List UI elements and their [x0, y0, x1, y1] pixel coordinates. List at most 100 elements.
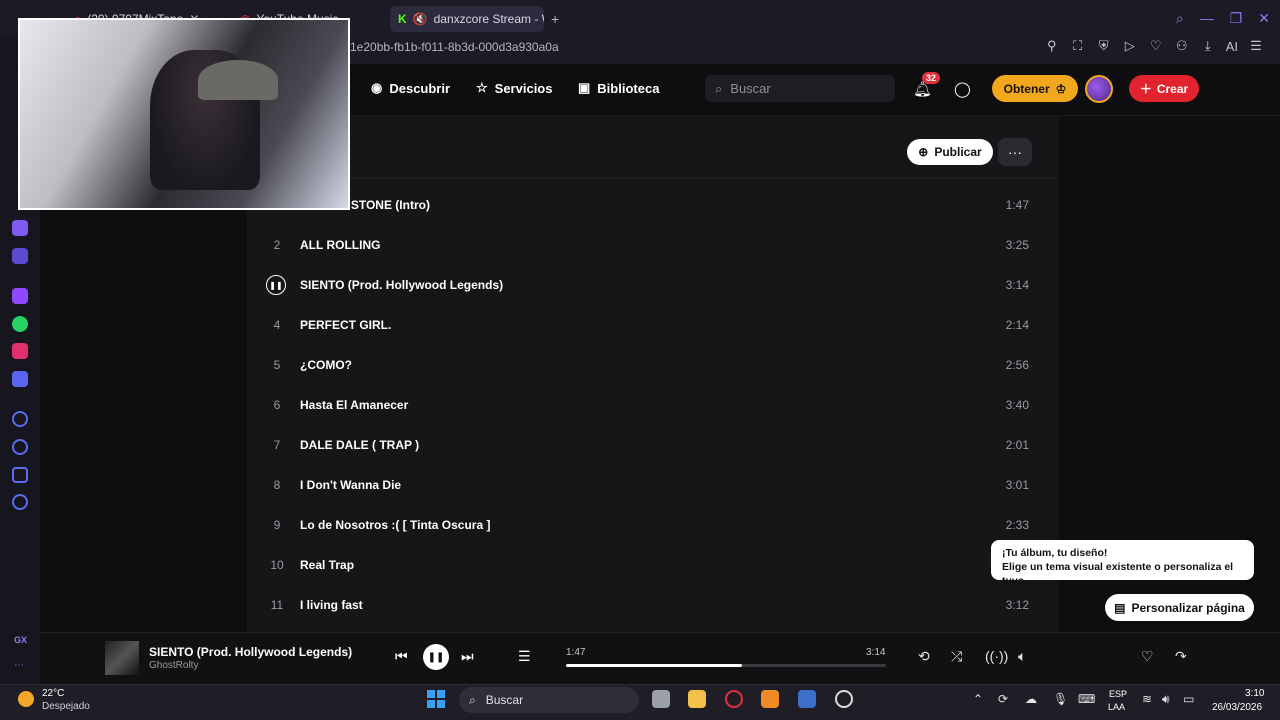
file-explorer-icon[interactable] [688, 690, 706, 708]
queue-icon[interactable]: ☰ [518, 648, 531, 665]
previous-icon[interactable]: ⏮ [395, 648, 408, 665]
keyboard-icon[interactable]: ⌨ [1078, 692, 1095, 706]
speaker-icon[interactable]: 🔊︎ [1162, 692, 1170, 707]
heart-icon[interactable]: ♡ [1148, 38, 1164, 54]
track-title[interactable]: SIENTO (Prod. Hollywood Legends) [300, 278, 503, 292]
snapshot-icon[interactable]: ⛶ [1070, 38, 1086, 54]
instagram-icon[interactable] [12, 343, 28, 359]
fl-studio-icon[interactable] [761, 690, 779, 708]
track-title[interactable]: Real Trap [300, 558, 354, 572]
search-input[interactable]: ⌕ Buscar [705, 75, 895, 102]
play-pause-button[interactable]: ❚❚ [423, 644, 449, 670]
mute-icon[interactable]: 🔇 [413, 12, 428, 26]
track-row[interactable]: 7 DALE DALE ( TRAP ) 2:01 [247, 426, 1059, 466]
track-title[interactable]: ALL ROLLING [300, 238, 380, 252]
crear-button[interactable]: ＋ Crear [1129, 75, 1199, 102]
wifi-icon[interactable]: ≋ [1142, 692, 1152, 706]
track-title[interactable]: PERFECT GIRL. [300, 318, 391, 332]
share-icon[interactable]: ↷ [1175, 648, 1187, 665]
track-row[interactable]: 10 Real Trap [247, 546, 1059, 586]
start-icon[interactable] [427, 690, 445, 708]
search-placeholder: Buscar [730, 81, 771, 96]
download-icon[interactable]: ⤓ [1200, 38, 1216, 54]
messages-icon[interactable]: ◯ [954, 80, 971, 98]
nav-servicios[interactable]: ☆ Servicios [476, 80, 552, 96]
track-row[interactable]: 2 ALL ROLLING 3:25 [247, 226, 1059, 266]
track-title[interactable]: Lo de Nosotros :( [ Tinta Oscura ] [300, 518, 490, 532]
menu-icon[interactable]: ☰ [1248, 38, 1264, 54]
next-icon[interactable]: ⏭ [461, 648, 474, 665]
pin-icon[interactable]: ⚲ [1044, 38, 1060, 54]
gx-label[interactable]: GX [14, 635, 27, 645]
microphone-icon[interactable]: 🎙︎ [1053, 692, 1068, 706]
tray-cloud-icon[interactable]: ☁ [1025, 692, 1037, 706]
ai-button[interactable]: AI [1226, 38, 1238, 54]
track-row[interactable]: 11 I living fast 3:12 [247, 586, 1059, 626]
player-title[interactable]: SIENTO (Prod. Hollywood Legends) [149, 645, 352, 659]
track-row[interactable]: 1ROLLIN' STONE (Intro)1:47 [247, 186, 1059, 226]
track-title[interactable]: I Don't Wanna Die [300, 478, 401, 492]
sidebar-app-icon[interactable] [12, 220, 28, 236]
nav-descubrir[interactable]: ◉ Descubrir [371, 80, 450, 96]
volume-icon[interactable]: 🔈︎ [1018, 648, 1026, 665]
player-artist[interactable]: GhostRolty [149, 660, 198, 671]
clock-date[interactable]: 26/03/2026 [1212, 702, 1262, 713]
publicar-button[interactable]: ⊕ Publicar [907, 139, 993, 165]
weather-sun-icon[interactable] [18, 691, 34, 707]
profile-icon[interactable]: ⚇ [1174, 38, 1190, 54]
shield-icon[interactable]: ⛨ [1096, 38, 1112, 54]
broadcast-icon[interactable]: ((·)) [985, 648, 1008, 664]
weather-temp[interactable]: 22°C [42, 688, 64, 699]
tray-app-icon[interactable]: ⟳ [998, 692, 1008, 706]
track-row[interactable]: 5 ¿COMO? 2:56 [247, 346, 1059, 386]
opera-gx-icon[interactable] [725, 690, 743, 708]
task-view-icon[interactable] [652, 690, 670, 708]
avatar[interactable] [1085, 75, 1113, 103]
play-icon[interactable]: ▷ [1122, 38, 1138, 54]
url-text[interactable]: 1e20bb-fb1b-f011-8b3d-000d3a930a0a [350, 40, 559, 54]
discord-icon[interactable] [12, 371, 28, 387]
obs-icon[interactable] [835, 690, 853, 708]
more-options-button[interactable]: ··· [998, 138, 1032, 166]
track-row[interactable]: 9 Lo de Nosotros :( [ Tinta Oscura ] 2:33 [247, 506, 1059, 546]
weather-desc[interactable]: Despejado [42, 701, 90, 712]
pause-icon[interactable]: ❚❚ [266, 275, 286, 295]
track-row[interactable]: ❚❚ SIENTO (Prod. Hollywood Legends) 3:14 [247, 266, 1059, 306]
clock-time[interactable]: 3:10 [1245, 688, 1264, 699]
nav-biblioteca[interactable]: ▣ Biblioteca [578, 80, 659, 96]
obtener-button[interactable]: Obtener ♔ [992, 75, 1078, 102]
track-duration: 3:25 [1005, 238, 1029, 252]
track-row[interactable]: 4 PERFECT GIRL. 2:14 [247, 306, 1059, 346]
repeat-icon[interactable]: ⟲ [918, 648, 930, 665]
close-window-icon[interactable]: ✕ [1258, 10, 1270, 27]
battery-icon[interactable]: ▭ [1183, 692, 1194, 706]
whatsapp-icon[interactable] [12, 316, 28, 332]
track-row[interactable]: 6 Hasta El Amanecer 3:40 [247, 386, 1059, 426]
album-cover[interactable] [105, 641, 139, 675]
minimize-icon[interactable]: — [1200, 10, 1214, 27]
track-title[interactable]: I living fast [300, 598, 363, 612]
sidebar-messenger-icon[interactable] [12, 248, 28, 264]
track-title[interactable]: Hasta El Amanecer [300, 398, 408, 412]
track-row[interactable]: 8 I Don't Wanna Die 3:01 [247, 466, 1059, 506]
more-icon[interactable]: ⋯ [14, 660, 24, 671]
tab-danxzcore[interactable]: K 🔇 danxzcore Stream - W [390, 6, 544, 32]
history-icon[interactable] [12, 439, 28, 455]
personalizar-button[interactable]: ▤ Personalizar página [1105, 594, 1254, 621]
new-tab-icon[interactable]: + [551, 11, 559, 27]
like-icon[interactable]: ♡ [1141, 648, 1154, 665]
language-label[interactable]: ESP [1109, 689, 1127, 699]
twitch-icon[interactable] [12, 288, 28, 304]
davinci-icon[interactable] [798, 690, 816, 708]
player-icon[interactable] [12, 411, 28, 427]
search-tabs-icon[interactable]: ⌕ [1176, 10, 1184, 27]
language-layout[interactable]: LAA [1108, 702, 1125, 712]
track-title[interactable]: DALE DALE ( TRAP ) [300, 438, 419, 452]
settings-icon[interactable] [12, 494, 28, 510]
maximize-icon[interactable]: ❐ [1230, 10, 1243, 27]
tray-expand-icon[interactable]: ⌃ [973, 692, 983, 706]
taskbar-search[interactable]: ⌕ Buscar [459, 687, 639, 713]
extensions-icon[interactable] [12, 467, 28, 483]
shuffle-icon[interactable]: ⤮ [951, 648, 962, 665]
track-title[interactable]: ¿COMO? [300, 358, 352, 372]
